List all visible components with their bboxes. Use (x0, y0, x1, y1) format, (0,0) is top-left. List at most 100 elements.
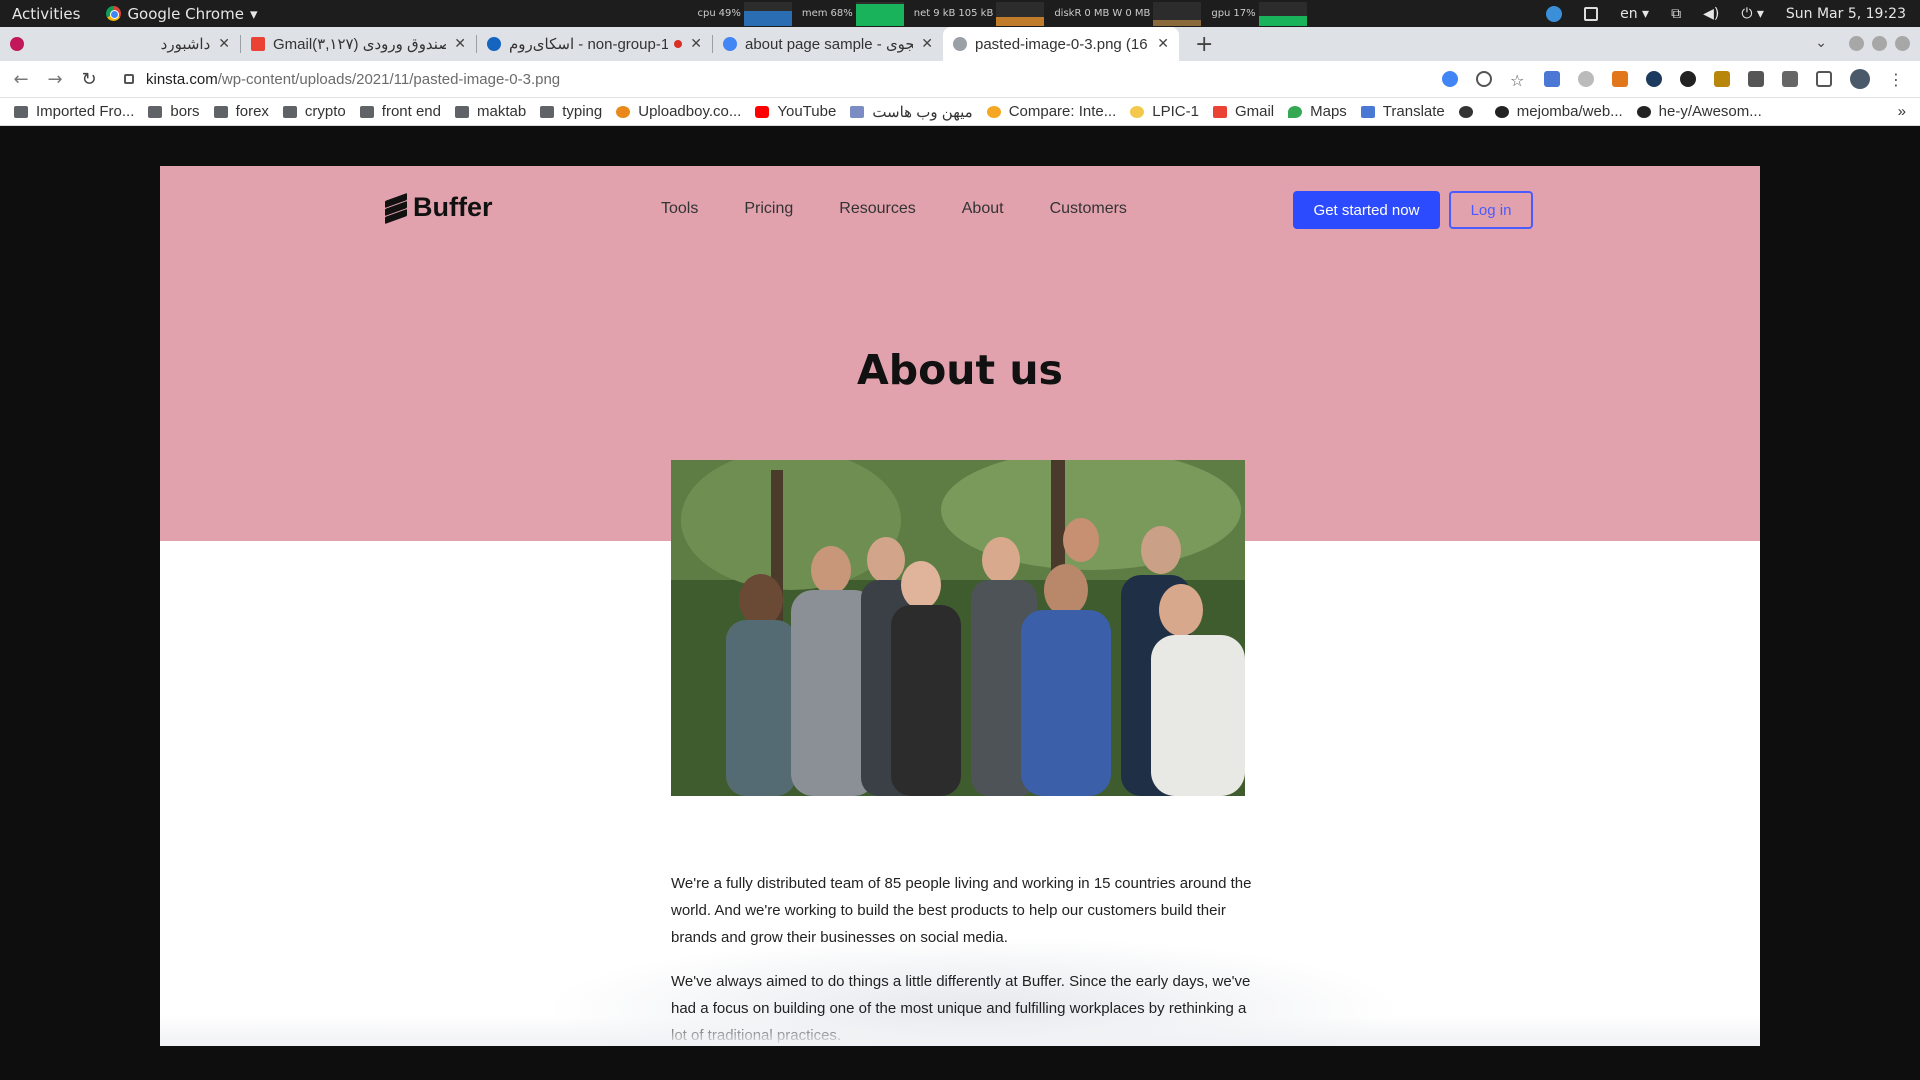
mem-monitor: mem 68% (802, 1, 904, 26)
google-lens-icon[interactable] (1442, 71, 1458, 87)
bookmark-label: forex (235, 103, 269, 120)
buffer-logo-icon (385, 192, 407, 224)
maximize-button[interactable] (1872, 35, 1887, 51)
url-path: /wp-content/uploads/2021/11/pasted-image… (217, 70, 561, 88)
side-panel-icon[interactable] (1816, 71, 1832, 87)
maps-icon (1288, 105, 1303, 118)
bookmark-label: typing (562, 103, 603, 120)
bookmark-uploadboy[interactable]: Uploadboy.co... (616, 103, 741, 120)
pen-extension-icon[interactable] (1714, 71, 1730, 87)
net-graph (996, 1, 1045, 26)
extension-swirl-icon[interactable] (1680, 71, 1696, 87)
cpu-label: cpu (697, 8, 716, 19)
bookmark-maktab[interactable]: maktab (455, 103, 526, 120)
tab-gmail[interactable]: Gmail(۳,۱۲۷) صندوق ورودی ✕ (241, 27, 476, 61)
language-indicator[interactable]: en ▾ (1620, 6, 1649, 22)
close-icon[interactable]: ✕ (218, 36, 230, 52)
avatar[interactable] (1850, 69, 1870, 89)
window-controls: ⌄ (1815, 35, 1910, 51)
power-icon[interactable]: ⏻ ▾ (1741, 6, 1764, 22)
gmail-favicon-icon (251, 37, 265, 51)
close-icon[interactable]: ✕ (1157, 36, 1169, 52)
app-menu[interactable]: Google Chrome ▾ (106, 5, 257, 23)
gpu-monitor: gpu 17% (1211, 1, 1307, 26)
gmail-icon (1212, 105, 1227, 118)
close-icon[interactable]: ✕ (690, 36, 702, 52)
folder-icon (282, 105, 297, 118)
globe-favicon-icon (953, 37, 967, 51)
bookmark-mejomba[interactable]: mejomba/web... (1494, 103, 1623, 120)
about-paragraph: We're a fully distributed team of 85 peo… (671, 875, 1252, 946)
bookmark-awesome[interactable]: he-y/Awesom... (1636, 103, 1762, 120)
clipboard-icon[interactable] (1584, 6, 1599, 21)
bookmark-compare[interactable]: Compare: Inte... (986, 103, 1116, 120)
bookmark-star-icon[interactable]: ☆ (1510, 71, 1526, 90)
folder-icon (14, 105, 28, 118)
new-tab-button[interactable]: + (1195, 32, 1213, 57)
bookmark-label: maktab (477, 103, 527, 120)
indicator-icon[interactable] (1546, 5, 1563, 22)
close-window-button[interactable] (1895, 35, 1910, 51)
share-icon[interactable] (1476, 71, 1492, 87)
clock-extension-icon[interactable] (1578, 71, 1594, 87)
bookmark-gmail[interactable]: Gmail (1212, 103, 1275, 120)
system-tray: en ▾ ⧉ ◀) ⏻ ▾ Sun Mar 5, 19:23 (1546, 0, 1906, 27)
minimize-button[interactable] (1849, 35, 1864, 51)
tab-pasted-image[interactable]: pasted-image-0-3.png (16 ✕ (943, 27, 1179, 61)
bookmark-imported[interactable]: Imported Fro... (14, 103, 134, 120)
back-button[interactable]: ← (8, 69, 34, 90)
mem-graph (855, 1, 904, 26)
bookmark-typing[interactable]: typing (540, 103, 602, 120)
nav-customers: Customers (1049, 200, 1127, 217)
url-host: kinsta.com (146, 70, 218, 88)
net-monitor: net 9 kB 105 kB (914, 1, 1045, 26)
system-monitor: cpu 49% mem 68% net 9 kB 105 kB diskR 0 … (697, 1, 1307, 26)
bookmarks-overflow-icon[interactable]: » (1898, 103, 1906, 120)
bookmark-label: mejomba/web... (1516, 103, 1623, 120)
reload-button[interactable]: ↻ (76, 69, 102, 90)
puzzle-icon[interactable] (1748, 71, 1764, 87)
cpu-graph (743, 1, 792, 26)
bookmark-label: Gmail (1234, 103, 1275, 120)
activities-button[interactable]: Activities (12, 5, 80, 23)
bookmark-globe[interactable] (1458, 105, 1481, 118)
forward-button[interactable]: → (42, 69, 68, 90)
tab-dashboard[interactable]: داشبورد ✕ (0, 27, 240, 61)
bookmark-maps[interactable]: Maps (1288, 103, 1347, 120)
folder-icon (455, 105, 469, 118)
app-name: Google Chrome (127, 4, 244, 23)
metamask-icon[interactable] (1612, 71, 1628, 87)
volume-icon[interactable]: ◀) (1703, 6, 1719, 22)
image-viewer: Buffer Tools Pricing Resources About Cus… (0, 126, 1920, 1080)
bookmark-mihanweb[interactable]: میهن وب هاست (850, 103, 973, 121)
cpu-monitor: cpu 49% (697, 1, 792, 26)
reading-list-icon[interactable] (1782, 71, 1798, 87)
close-icon[interactable]: ✕ (921, 36, 933, 52)
bookmark-youtube[interactable]: YouTube (755, 103, 836, 120)
bookmark-front-end[interactable]: front end (359, 103, 441, 120)
close-icon[interactable]: ✕ (454, 36, 466, 52)
bookmark-crypto[interactable]: crypto (282, 103, 346, 120)
tab-search-chevron-icon[interactable]: ⌄ (1815, 35, 1827, 51)
language-label: en (1620, 5, 1638, 22)
bookmark-label: he-y/Awesom... (1658, 103, 1762, 120)
recording-indicator-icon (674, 40, 683, 48)
lock-icon[interactable] (124, 74, 134, 84)
bookmark-lpic[interactable]: LPIC-1 (1130, 103, 1199, 120)
tab-google-search[interactable]: about page sample - جستجوی ✕ (713, 27, 943, 61)
extension-icon[interactable] (1646, 71, 1662, 87)
tab-skyroom[interactable]: اسکای‌روم - non-group-1 ✕ (477, 27, 712, 61)
translate-extension-icon[interactable] (1544, 71, 1560, 87)
more-menu-icon[interactable]: ⋮ (1888, 70, 1904, 89)
gpu-label: gpu (1211, 8, 1231, 19)
skyroom-favicon-icon (487, 37, 501, 51)
url-bar[interactable]: kinsta.com /wp-content/uploads/2021/11/p… (112, 64, 1442, 94)
folder-icon (359, 105, 374, 118)
network-icon[interactable]: ⧉ (1671, 6, 1681, 22)
clock[interactable]: Sun Mar 5, 19:23 (1786, 6, 1906, 22)
screenshot-image[interactable]: Buffer Tools Pricing Resources About Cus… (160, 166, 1760, 1046)
bookmark-bors[interactable]: bors (148, 103, 200, 120)
bookmark-translate[interactable]: Translate (1360, 103, 1445, 120)
folder-icon (148, 105, 163, 118)
bookmark-forex[interactable]: forex (213, 103, 269, 120)
